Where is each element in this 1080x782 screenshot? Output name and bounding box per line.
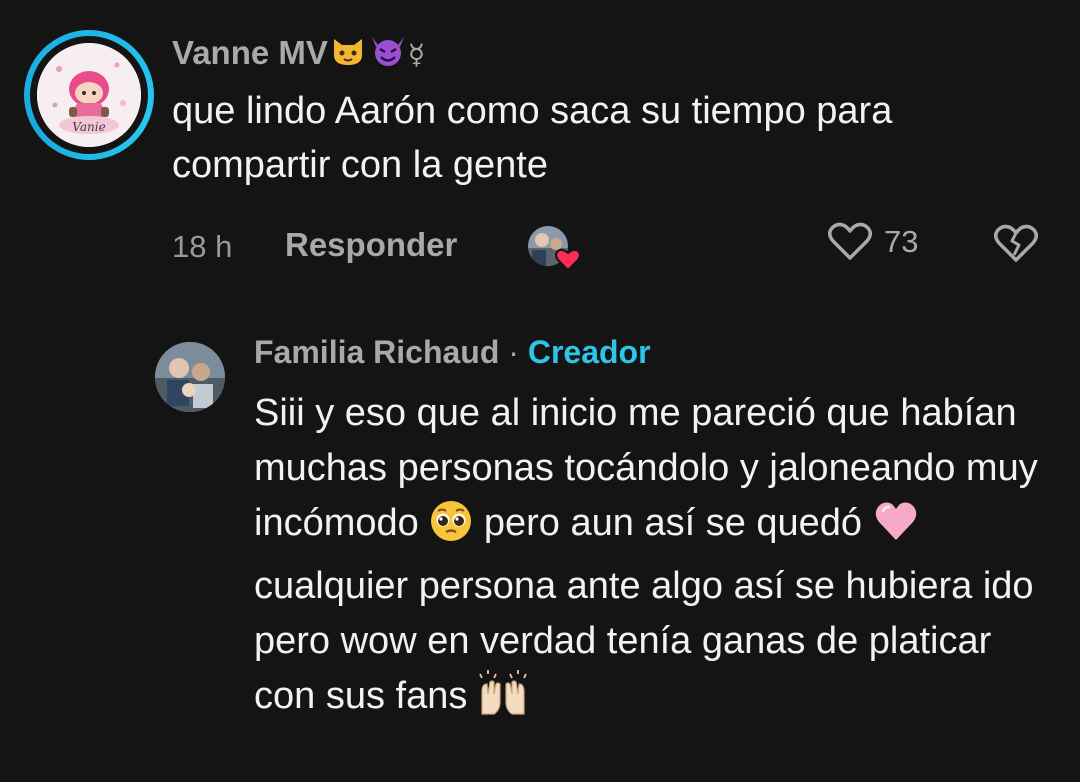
reply-comment: Familia Richaud · Creador Siii y eso que… (0, 330, 1080, 782)
broken-heart-icon (994, 224, 1038, 262)
svg-text:Vanie: Vanie (72, 120, 105, 134)
comment-username[interactable]: Vanne MV ☿ (172, 34, 425, 75)
reply-username[interactable]: Familia Richaud · Creador (254, 334, 651, 371)
avatar[interactable]: Vanie (24, 30, 154, 160)
reply-text: Siii y eso que al inicio me pareció que … (254, 386, 1054, 732)
reply-text-part: pero aun así se quedó (473, 502, 873, 544)
cat-emoji-icon (330, 35, 366, 75)
smiling-devil-icon (368, 35, 408, 75)
avatar[interactable] (155, 342, 225, 412)
creator-badge: Creador (527, 334, 651, 370)
mercury-symbol-icon: ☿ (407, 38, 426, 71)
pleading-face-icon (429, 499, 473, 559)
creator-liked-icon (526, 224, 581, 272)
reply-button[interactable]: Responder (285, 226, 457, 264)
like-button[interactable]: 73 (826, 220, 918, 264)
like-count: 73 (884, 224, 919, 259)
username-text: Familia Richaud (254, 334, 500, 370)
reply-text-part: cualquier persona ante algo así se hubie… (254, 565, 1034, 717)
raising-hands-icon (478, 670, 528, 732)
dislike-button[interactable] (992, 222, 1040, 264)
pink-heart-icon (873, 499, 919, 559)
username-text: Vanne MV (172, 34, 328, 71)
avatar-image: Vanie (37, 43, 141, 147)
heart-outline-icon (828, 222, 872, 260)
comment-timestamp: 18 h (172, 229, 233, 264)
comment-text: que lindo Aarón como saca su tiempo para… (172, 90, 893, 186)
comment: Vanie Vanne MV ☿ que lindo Aarón como sa… (0, 0, 1080, 300)
separator: · (508, 334, 519, 370)
